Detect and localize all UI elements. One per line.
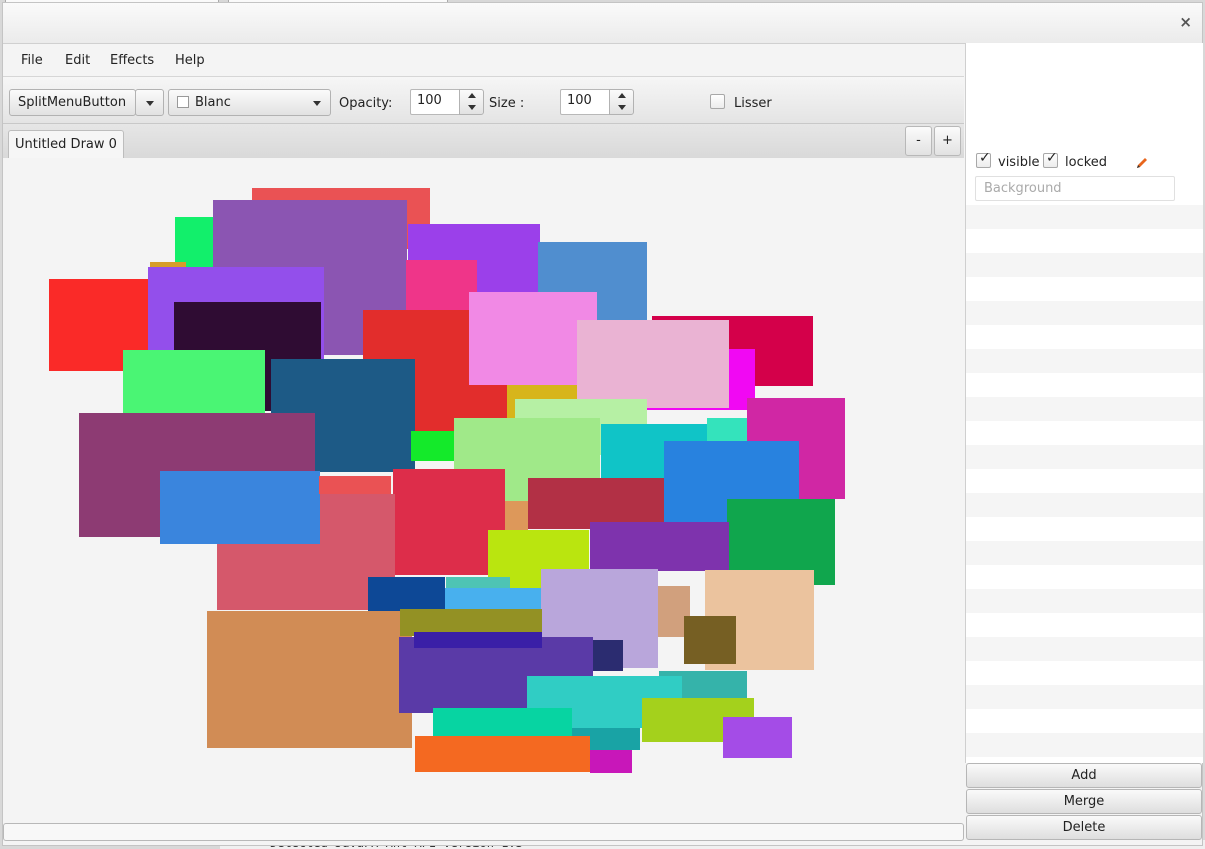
drawn-rectangle [723, 717, 792, 758]
layer-list-row [966, 613, 1203, 637]
drawn-rectangle [319, 476, 391, 494]
color-label: Blanc [195, 95, 231, 110]
remove-tab-button[interactable]: - [905, 126, 932, 156]
drawn-rectangle [593, 640, 623, 671]
layer-panel: ✓ visible ✓ locked Background [965, 43, 1203, 763]
layer-list-row [966, 205, 1203, 229]
drawn-rectangle [577, 320, 729, 408]
layer-list-row [966, 421, 1203, 445]
smooth-checkbox[interactable] [710, 94, 725, 109]
pencil-icon[interactable] [1136, 157, 1148, 169]
layer-list-row [966, 229, 1203, 253]
layer-list-row [966, 469, 1203, 493]
size-stepper[interactable] [609, 89, 634, 115]
menu-file[interactable]: File [21, 53, 43, 68]
layer-list-row [966, 325, 1203, 349]
locked-label: locked [1065, 155, 1108, 170]
opacity-label: Opacity: [339, 96, 393, 111]
chevron-up-icon[interactable] [618, 93, 626, 98]
layer-list-row [966, 709, 1203, 733]
layer-list-row [966, 685, 1203, 709]
layer-list-row [966, 637, 1203, 661]
layer-list-row [966, 253, 1203, 277]
layer-list-row [966, 661, 1203, 685]
drawn-rectangle [415, 736, 590, 772]
chevron-down-icon[interactable] [618, 105, 626, 110]
menu-effects[interactable]: Effects [110, 53, 154, 68]
chevron-up-icon[interactable] [468, 93, 476, 98]
color-swatch-icon [177, 96, 189, 108]
menu-edit[interactable]: Edit [65, 53, 90, 68]
layer-list-row [966, 277, 1203, 301]
drawn-rectangle [590, 522, 729, 571]
drawn-rectangle [445, 588, 541, 611]
layer-list-row [966, 517, 1203, 541]
status-bar [3, 823, 964, 841]
split-menu-label: SplitMenuButton [18, 95, 127, 110]
drawing-canvas[interactable] [3, 158, 964, 823]
drawn-rectangle [411, 431, 455, 461]
drawn-rectangle [160, 471, 320, 544]
checkmark-icon: ✓ [979, 150, 991, 166]
locked-checkbox[interactable]: ✓ [1043, 150, 1058, 168]
chevron-down-icon [313, 101, 321, 106]
layer-list-row [966, 301, 1203, 325]
layer-list-row [966, 373, 1203, 397]
delete-layer-button[interactable]: Delete [966, 815, 1202, 840]
layer-list-row [966, 445, 1203, 469]
layer-list-row [966, 541, 1203, 565]
layer-list-row [966, 565, 1203, 589]
layer-name-input[interactable]: Background [975, 176, 1175, 201]
color-picker[interactable]: Blanc [168, 89, 331, 116]
visible-label: visible [998, 155, 1040, 170]
split-menu-arrow-button[interactable] [135, 89, 164, 116]
close-icon[interactable]: × [1179, 13, 1192, 31]
merge-layer-button[interactable]: Merge [966, 789, 1202, 814]
size-label: Size : [489, 96, 525, 111]
tab-label: Untitled Draw 0 [15, 137, 117, 152]
menu-help[interactable]: Help [175, 53, 205, 68]
split-menu-button[interactable]: SplitMenuButton [9, 89, 136, 116]
checkmark-icon: ✓ [1046, 150, 1058, 166]
drawn-rectangle [414, 632, 542, 648]
add-tab-button[interactable]: + [934, 126, 961, 156]
layer-list-row [966, 733, 1203, 757]
tab-untitled-draw[interactable]: Untitled Draw 0 [8, 130, 124, 158]
title-bar: × [3, 3, 1202, 44]
smooth-label: Lisser [734, 96, 772, 111]
opacity-input[interactable]: 100 [410, 89, 461, 115]
layer-list-row [966, 397, 1203, 421]
opacity-stepper[interactable] [459, 89, 484, 115]
drawn-rectangle [368, 577, 445, 613]
chevron-down-icon [146, 101, 154, 106]
chevron-down-icon[interactable] [468, 105, 476, 110]
drawn-rectangle [207, 611, 412, 748]
size-input[interactable]: 100 [560, 89, 611, 115]
drawn-rectangle [505, 501, 528, 530]
layer-list-row [966, 349, 1203, 373]
drawn-rectangle [684, 616, 736, 664]
tab-bar: Untitled Draw 0 - + [3, 124, 964, 159]
add-layer-button[interactable]: Add [966, 763, 1202, 788]
layer-list-row [966, 589, 1203, 613]
toolbar: SplitMenuButton Blanc Opacity: 100 Size … [3, 77, 964, 124]
drawn-rectangle [590, 750, 632, 773]
menu-bar: File Edit Effects Help [3, 44, 964, 77]
app-window: × File Edit Effects Help SplitMenuButton… [2, 2, 1203, 846]
visible-checkbox[interactable]: ✓ [976, 150, 991, 168]
layer-list-row [966, 493, 1203, 517]
